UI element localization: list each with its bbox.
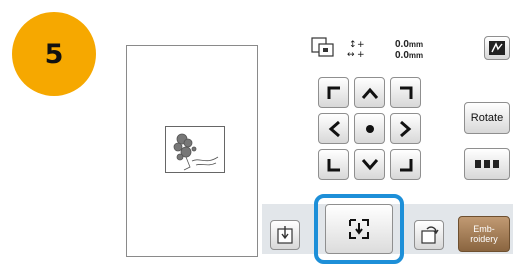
readout-y: 0.0mm: [395, 51, 423, 61]
rotate-button[interactable]: Rotate: [464, 102, 510, 134]
move-down-button[interactable]: [354, 149, 385, 180]
flower-embroidery-pattern: [173, 133, 219, 171]
move-right-button[interactable]: [390, 113, 421, 144]
chevron-up-icon: [361, 87, 378, 99]
move-arrows-icon: ↕ + ↔ +: [345, 38, 373, 60]
frame-rotate-icon: [421, 226, 439, 244]
embroidery-label-line2: roidery: [470, 234, 498, 244]
readout-x: 0.0mm: [395, 40, 423, 50]
trial-stitch-button[interactable]: [270, 220, 300, 250]
embroidery-pattern-frame: [165, 126, 225, 173]
move-up-left-button[interactable]: [318, 77, 349, 108]
readout-y-value: 0.0: [395, 50, 409, 61]
corner-down-left-icon: [327, 158, 340, 171]
move-down-right-button[interactable]: [390, 149, 421, 180]
embroidery-button[interactable]: Emb- roidery: [458, 216, 510, 252]
move-down-left-button[interactable]: [318, 149, 349, 180]
step-number-badge: 5: [12, 12, 96, 96]
corner-up-right-icon: [399, 86, 412, 99]
svg-text:↕: ↕: [349, 40, 357, 50]
readout-x-value: 0.0: [395, 39, 409, 50]
center-button[interactable]: [354, 113, 385, 144]
svg-text:↔: ↔: [347, 50, 355, 60]
chevron-down-icon: [361, 158, 378, 170]
density-blocks-icon: [475, 160, 499, 168]
step-number: 5: [44, 38, 64, 70]
frame-rotate-button[interactable]: [414, 220, 444, 250]
corner-down-right-icon: [399, 158, 412, 171]
move-up-right-button[interactable]: [390, 77, 421, 108]
rotate-button-label: Rotate: [470, 112, 504, 124]
embroidery-preview-area: [126, 45, 258, 257]
frame-size-icon: [310, 36, 336, 58]
svg-text:+: +: [357, 50, 365, 60]
trial-stitch-icon: [277, 226, 293, 244]
center-dot-icon: [365, 124, 374, 133]
chevron-left-icon: [328, 120, 340, 137]
stitch-display-icon: [489, 41, 505, 55]
readout-x-unit: mm: [408, 40, 424, 49]
embroidery-button-label: Emb- roidery: [470, 224, 498, 244]
readout-y-unit: mm: [408, 51, 424, 60]
chevron-right-icon: [399, 120, 411, 137]
corner-up-left-icon: [327, 86, 340, 99]
frame-move-highlight: [314, 194, 404, 264]
svg-text:+: +: [357, 40, 365, 50]
edit-control-panel: ↕ + ↔ + 0.0mm 0.0mm Rotate Emb- roidery: [262, 30, 513, 267]
density-button[interactable]: [464, 148, 510, 180]
move-up-button[interactable]: [354, 77, 385, 108]
stitch-display-button[interactable]: [484, 36, 510, 60]
move-left-button[interactable]: [318, 113, 349, 144]
embroidery-label-line1: Emb-: [473, 224, 495, 234]
